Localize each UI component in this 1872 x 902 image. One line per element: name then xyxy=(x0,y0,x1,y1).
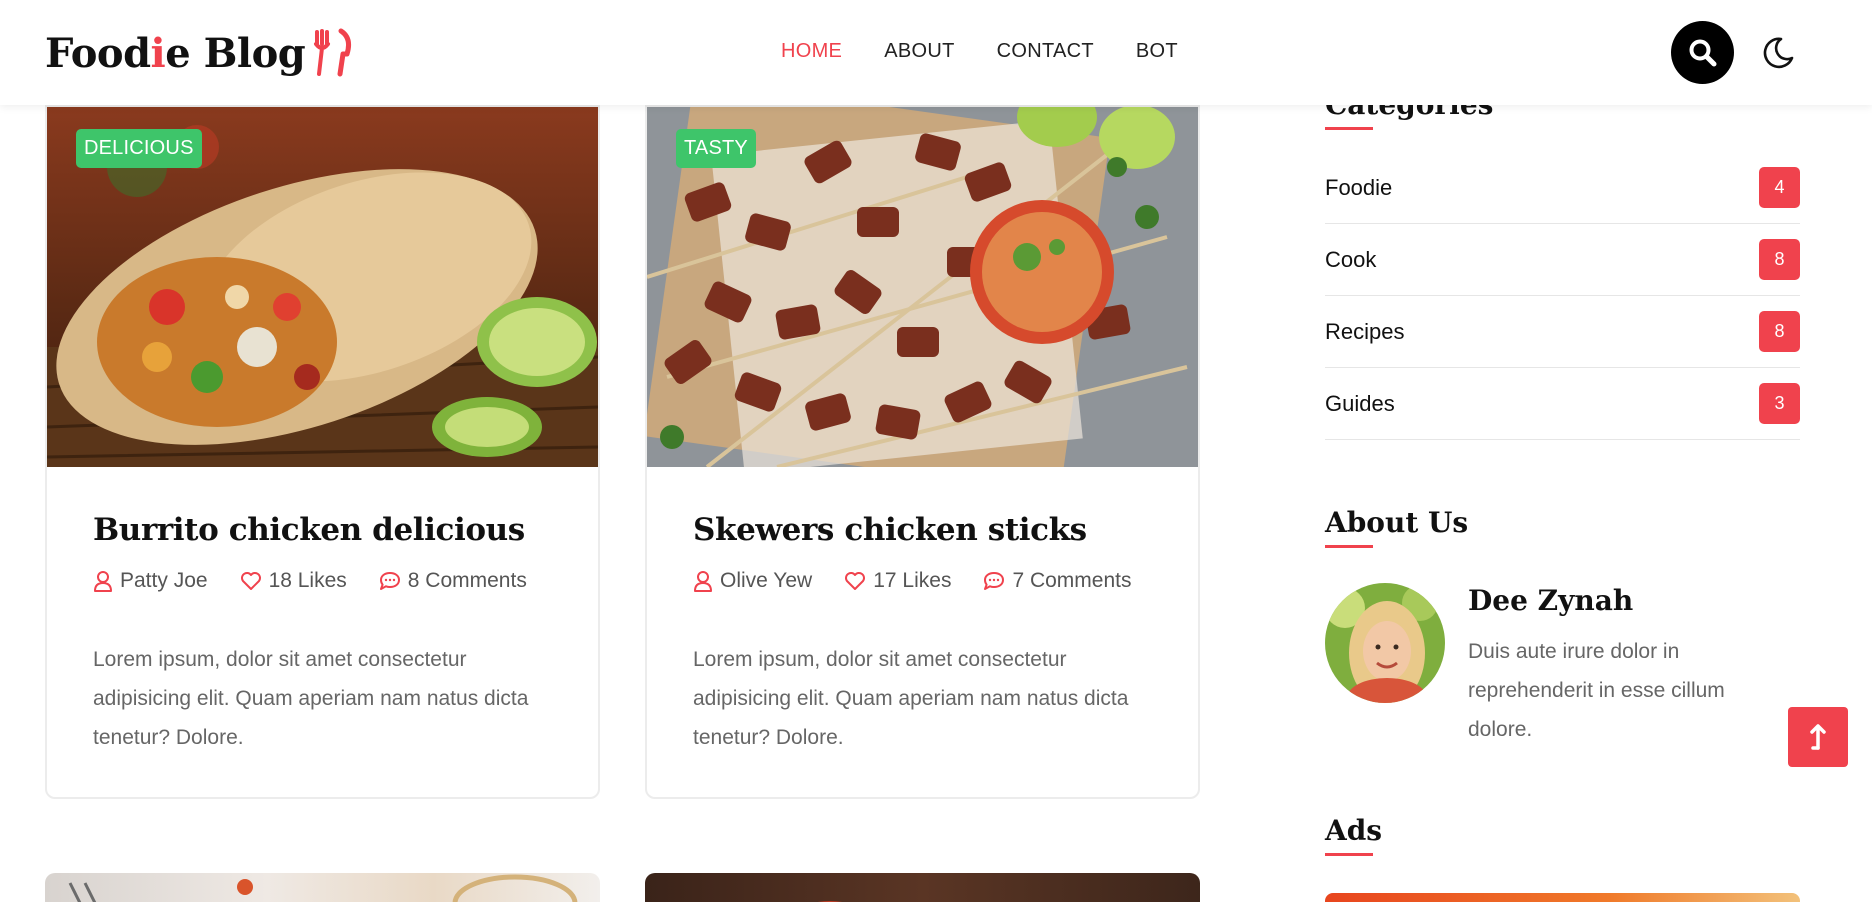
main-nav: HOME ABOUT CONTACT BOT xyxy=(781,40,1178,63)
comment-icon xyxy=(379,572,400,590)
post-likes[interactable]: 18 Likes xyxy=(240,569,347,593)
post-title[interactable]: Burrito chicken delicious xyxy=(93,512,525,548)
logo-text-2: e Blog xyxy=(165,29,306,77)
category-count: 4 xyxy=(1759,167,1800,208)
category-name: Foodie xyxy=(1325,174,1393,200)
post-card-preview[interactable] xyxy=(45,873,600,902)
moon-icon[interactable] xyxy=(1761,36,1795,70)
arrow-up-icon xyxy=(1810,724,1826,750)
post-meta: Olive Yew 17 Likes 7 Comments xyxy=(693,569,1132,593)
post-tag[interactable]: DELICIOUS xyxy=(76,129,202,168)
comments-count: 8 Comments xyxy=(407,569,527,592)
category-name: Guides xyxy=(1325,390,1395,416)
about-text: Duis aute irure dolor in reprehenderit i… xyxy=(1468,640,1725,741)
user-icon xyxy=(694,571,712,592)
ad-banner[interactable] xyxy=(1325,893,1800,902)
nav-bot[interactable]: BOT xyxy=(1136,40,1178,63)
heart-icon xyxy=(240,572,261,590)
post-tag[interactable]: TASTY xyxy=(676,129,756,168)
author-name: Olive Yew xyxy=(720,569,813,592)
category-item-guides[interactable]: Guides 3 xyxy=(1325,368,1800,440)
category-name: Recipes xyxy=(1325,318,1405,344)
comment-icon xyxy=(984,572,1005,590)
nav-about[interactable]: ABOUT xyxy=(884,40,954,63)
categories-list: Foodie 4 Cook 8 Recipes 8 Guides 3 xyxy=(1325,152,1800,440)
fork-knife-icon xyxy=(314,28,352,77)
category-count: 8 xyxy=(1759,311,1800,352)
likes-count: 17 Likes xyxy=(873,569,952,592)
logo-text-accent: i xyxy=(150,29,166,77)
back-to-top-button[interactable] xyxy=(1788,707,1848,767)
author-name: Dee Zynah xyxy=(1468,584,1634,617)
logo-text-1: Food xyxy=(45,29,151,77)
nav-home[interactable]: HOME xyxy=(781,40,842,63)
site-logo[interactable]: Food i e Blog xyxy=(45,28,355,78)
category-item-cook[interactable]: Cook 8 xyxy=(1325,224,1800,296)
post-comments[interactable]: 8 Comments xyxy=(379,569,527,593)
category-name: Cook xyxy=(1325,246,1377,272)
category-item-recipes[interactable]: Recipes 8 xyxy=(1325,296,1800,368)
post-excerpt: Lorem ipsum, dolor sit amet consectetur … xyxy=(693,648,1129,749)
nav-contact[interactable]: CONTACT xyxy=(997,40,1094,63)
user-icon xyxy=(94,571,112,592)
author-name: Patty Joe xyxy=(120,569,208,592)
comments-count: 7 Comments xyxy=(1012,569,1132,592)
category-item-foodie[interactable]: Foodie 4 xyxy=(1325,152,1800,224)
post-comments[interactable]: 7 Comments xyxy=(983,569,1132,593)
about-heading: About Us xyxy=(1325,506,1469,548)
ads-heading: Ads xyxy=(1325,814,1383,856)
post-card-preview[interactable] xyxy=(645,873,1200,902)
category-count: 8 xyxy=(1759,239,1800,280)
likes-count: 18 Likes xyxy=(268,569,347,592)
post-title[interactable]: Skewers chicken sticks xyxy=(693,512,1087,548)
post-card[interactable]: DELICIOUS Burrito chicken delicious Patt… xyxy=(45,105,600,799)
avatar xyxy=(1325,583,1445,703)
post-card[interactable]: TASTY Skewers chicken sticks Olive Yew 1… xyxy=(645,105,1200,799)
post-meta: Patty Joe 18 Likes 8 Comments xyxy=(93,569,527,593)
search-button[interactable] xyxy=(1671,21,1734,84)
post-author[interactable]: Patty Joe xyxy=(93,569,208,593)
category-count: 3 xyxy=(1759,383,1800,424)
heart-icon xyxy=(845,572,866,590)
site-header: Food i e Blog HOME ABOUT CONTACT BOT xyxy=(0,0,1872,105)
post-author[interactable]: Olive Yew xyxy=(693,569,812,593)
post-excerpt: Lorem ipsum, dolor sit amet consectetur … xyxy=(93,648,529,749)
search-icon xyxy=(1689,39,1716,66)
post-likes[interactable]: 17 Likes xyxy=(844,569,951,593)
post-image-burrito[interactable]: DELICIOUS xyxy=(47,107,598,467)
post-image-skewers[interactable]: TASTY xyxy=(647,107,1198,467)
